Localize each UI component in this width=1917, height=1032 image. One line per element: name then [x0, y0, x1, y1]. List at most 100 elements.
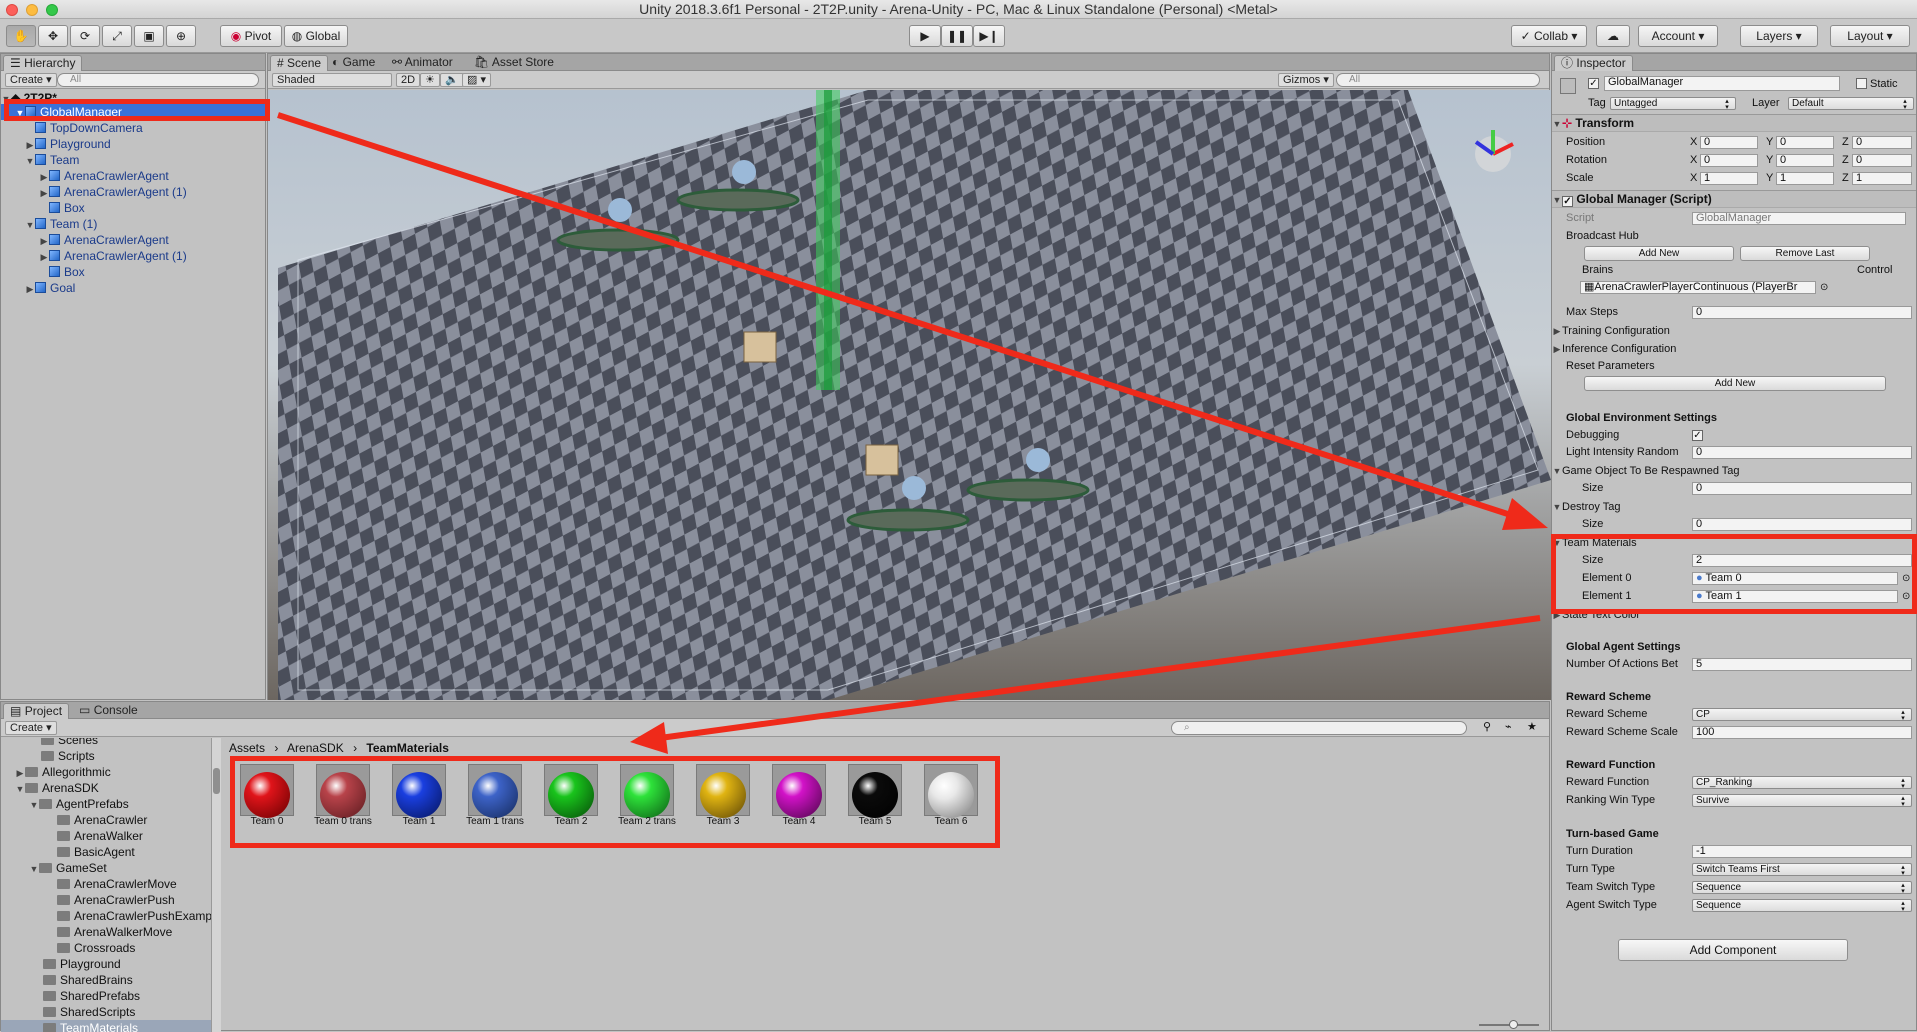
- maximize-window-button[interactable]: [46, 4, 58, 16]
- number-of-actions-field[interactable]: 5: [1692, 658, 1912, 671]
- tab-hierarchy[interactable]: ☰ Hierarchy: [3, 55, 83, 71]
- folder-basicagent[interactable]: BasicAgent: [1, 844, 211, 860]
- collapse-arrow-icon[interactable]: ▶: [1552, 324, 1562, 339]
- light-intensity-field[interactable]: 0: [1692, 446, 1912, 459]
- gizmos-dropdown[interactable]: Gizmos ▾: [1278, 73, 1334, 87]
- folder-arenacrawlermove[interactable]: ArenaCrawlerMove: [1, 876, 211, 892]
- tab-project[interactable]: ▤ Project: [3, 703, 70, 719]
- collapse-arrow-icon[interactable]: ▶: [39, 233, 49, 249]
- tab-console[interactable]: ▭ Console: [73, 703, 144, 719]
- collapse-arrow-icon[interactable]: ▶: [39, 185, 49, 201]
- layer-dropdown[interactable]: Default: [1788, 97, 1914, 110]
- hierarchy-item-playground[interactable]: ▶ Playground: [1, 136, 265, 152]
- hierarchy-item-team-1[interactable]: ▼ Team (1): [1, 216, 265, 232]
- hierarchy-item-team[interactable]: ▼ Team: [1, 152, 265, 168]
- position-x-field[interactable]: 0: [1700, 136, 1758, 149]
- scene-search-input[interactable]: All: [1336, 73, 1540, 87]
- reset-parameters-add-new-button[interactable]: Add New: [1584, 376, 1886, 391]
- account-dropdown[interactable]: Account ▾: [1638, 25, 1718, 47]
- folder-allegorithmic[interactable]: ▶ Allegorithmic: [1, 764, 211, 780]
- favorite-star-icon[interactable]: ★: [1527, 720, 1537, 733]
- pivot-toggle[interactable]: ◉ Pivot: [220, 25, 282, 47]
- toggle-2d-button[interactable]: 2D: [396, 73, 421, 87]
- object-name-field[interactable]: GlobalManager: [1604, 76, 1840, 91]
- hierarchy-item-arenacrawleragent[interactable]: ▶ ArenaCrawlerAgent: [1, 168, 265, 184]
- filter-type-icon[interactable]: ⚲: [1483, 720, 1491, 733]
- agent-switch-type-dropdown[interactable]: Sequence: [1692, 899, 1912, 912]
- hierarchy-item-arenacrawleragent-b[interactable]: ▶ ArenaCrawlerAgent: [1, 232, 265, 248]
- tab-inspector[interactable]: ⓘ Inspector: [1554, 55, 1633, 71]
- scale-y-field[interactable]: 1: [1776, 172, 1834, 185]
- move-tool-button[interactable]: ✥: [38, 25, 68, 47]
- collapse-arrow-icon[interactable]: ▶: [25, 281, 35, 297]
- transform-tool-button[interactable]: ⊕: [166, 25, 196, 47]
- max-steps-field[interactable]: 0: [1692, 306, 1912, 319]
- remove-last-brain-button[interactable]: Remove Last: [1740, 246, 1870, 261]
- ranking-win-type-dropdown[interactable]: Survive: [1692, 794, 1912, 807]
- expand-arrow-icon[interactable]: ▼: [15, 781, 25, 797]
- folder-gameset[interactable]: ▼ GameSet: [1, 860, 211, 876]
- scale-x-field[interactable]: 1: [1700, 172, 1758, 185]
- minimize-window-button[interactable]: [26, 4, 38, 16]
- folder-arenacrawler[interactable]: ArenaCrawler: [1, 812, 211, 828]
- hierarchy-item-topdowncamera[interactable]: TopDownCamera: [1, 120, 265, 136]
- collapse-arrow-icon[interactable]: ▶: [39, 169, 49, 185]
- scrollbar-thumb[interactable]: [213, 768, 220, 794]
- tab-asset-store[interactable]: 🛍 Asset Store: [468, 55, 560, 71]
- reward-function-dropdown[interactable]: CP_Ranking: [1692, 776, 1912, 789]
- pause-button[interactable]: ❚❚: [941, 25, 973, 47]
- tag-dropdown[interactable]: Untagged: [1610, 97, 1736, 110]
- project-search-input[interactable]: ⌕: [1171, 721, 1467, 735]
- reward-scheme-scale-field[interactable]: 100: [1692, 726, 1912, 739]
- expand-arrow-icon[interactable]: ▼: [25, 153, 35, 169]
- hierarchy-item-arenacrawleragent-1-b[interactable]: ▶ ArenaCrawlerAgent (1): [1, 248, 265, 264]
- scene-viewport[interactable]: [268, 90, 1551, 700]
- expand-arrow-icon[interactable]: ▼: [29, 797, 39, 813]
- rotation-x-field[interactable]: 0: [1700, 154, 1758, 167]
- folder-playground[interactable]: Playground: [1, 956, 211, 972]
- scale-z-field[interactable]: 1: [1852, 172, 1912, 185]
- play-button[interactable]: ▶: [909, 25, 941, 47]
- folder-sharedbrains[interactable]: SharedBrains: [1, 972, 211, 988]
- folder-sharedscripts[interactable]: SharedScripts: [1, 1004, 211, 1020]
- expand-arrow-icon[interactable]: ▼: [29, 861, 39, 877]
- cloud-button[interactable]: ☁: [1596, 25, 1630, 47]
- collapse-arrow-icon[interactable]: ▶: [25, 137, 35, 153]
- expand-arrow-icon[interactable]: ▼: [1552, 464, 1562, 479]
- folder-arenacrawlerpush[interactable]: ArenaCrawlerPush: [1, 892, 211, 908]
- folder-crossroads[interactable]: Crossroads: [1, 940, 211, 956]
- global-manager-script-header[interactable]: ▼ ✓ Global Manager (Script): [1552, 190, 1916, 208]
- expand-arrow-icon[interactable]: ▼: [1552, 192, 1562, 209]
- project-create-dropdown[interactable]: Create ▾: [5, 721, 57, 735]
- reward-scheme-dropdown[interactable]: CP: [1692, 708, 1912, 721]
- brain-object-field[interactable]: ▦ArenaCrawlerPlayerContinuous (PlayerBr: [1580, 281, 1816, 294]
- folder-tree-scrollbar[interactable]: [211, 738, 221, 1032]
- hierarchy-create-dropdown[interactable]: Create ▾: [5, 73, 57, 87]
- active-checkbox[interactable]: ✓: [1588, 78, 1599, 89]
- tab-scene[interactable]: # Scene: [270, 55, 329, 71]
- position-z-field[interactable]: 0: [1852, 136, 1912, 149]
- breadcrumb-assets[interactable]: Assets: [229, 741, 265, 755]
- hierarchy-item-goal[interactable]: ▶ Goal: [1, 280, 265, 296]
- static-checkbox[interactable]: [1856, 78, 1867, 89]
- folder-arenawalker[interactable]: ArenaWalker: [1, 828, 211, 844]
- layout-dropdown[interactable]: Layout ▾: [1830, 25, 1910, 47]
- step-button[interactable]: ▶❙: [973, 25, 1005, 47]
- folder-arenasdk[interactable]: ▼ ArenaSDK: [1, 780, 211, 796]
- destroy-size-field[interactable]: 0: [1692, 518, 1912, 531]
- add-component-button[interactable]: Add Component: [1618, 939, 1848, 961]
- collapse-arrow-icon[interactable]: ▶: [15, 765, 25, 781]
- expand-arrow-icon[interactable]: ▼: [25, 217, 35, 233]
- team-switch-type-dropdown[interactable]: Sequence: [1692, 881, 1912, 894]
- global-toggle[interactable]: ◍ Global: [284, 25, 348, 47]
- expand-arrow-icon[interactable]: ▼: [1552, 500, 1562, 515]
- close-window-button[interactable]: [6, 4, 18, 16]
- folder-teammaterials[interactable]: TeamMaterials: [1, 1020, 211, 1032]
- lighting-toggle[interactable]: ☀: [420, 73, 440, 87]
- shading-dropdown[interactable]: Shaded: [272, 73, 392, 87]
- layers-dropdown[interactable]: Layers ▾: [1740, 25, 1818, 47]
- folder-sharedprefabs[interactable]: SharedPrefabs: [1, 988, 211, 1004]
- add-new-brain-button[interactable]: Add New: [1584, 246, 1734, 261]
- tab-animator[interactable]: ⚯ Animator: [386, 55, 459, 71]
- audio-toggle[interactable]: 🔈: [440, 73, 464, 87]
